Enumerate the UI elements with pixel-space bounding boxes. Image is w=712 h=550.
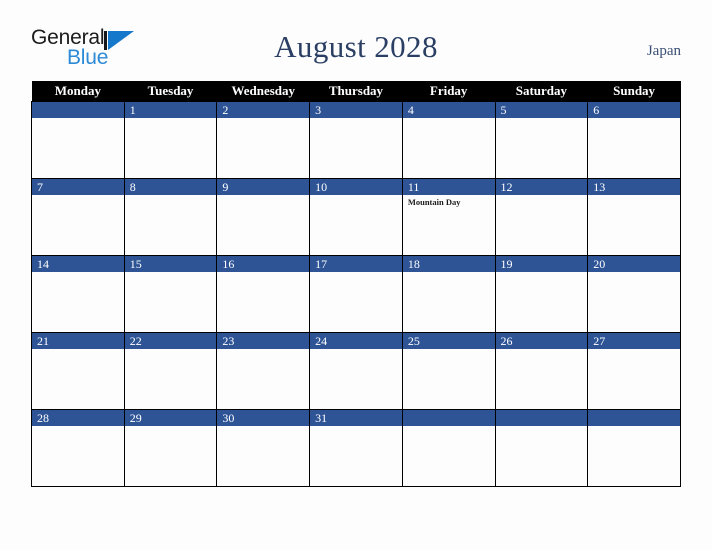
day-number: 4	[402, 102, 495, 118]
calendar-day-cell[interactable]: 29	[123, 409, 218, 487]
calendar-day-cell[interactable]: 15	[123, 255, 218, 333]
day-number	[495, 410, 588, 426]
calendar-day-cell[interactable]: 23	[216, 332, 311, 410]
calendar-day-cell[interactable]: 21	[31, 332, 125, 410]
day-number	[32, 102, 124, 118]
weekday-header-wednesday: Wednesday	[216, 81, 310, 102]
day-number: 8	[124, 179, 217, 195]
calendar-day-cell[interactable]: 22	[123, 332, 218, 410]
weekday-header-tuesday: Tuesday	[124, 81, 217, 102]
calendar-day-cell[interactable]: 8	[123, 178, 218, 256]
calendar-day-cell[interactable]: 27	[587, 332, 681, 410]
day-number: 13	[588, 179, 680, 195]
calendar-day-cell[interactable]: 12	[494, 178, 589, 256]
calendar-page: General Blue August 2028 Japan Monday Tu…	[0, 0, 712, 550]
calendar-day-cell[interactable]: 30	[216, 409, 311, 487]
day-number: 22	[124, 333, 217, 349]
day-number: 14	[32, 256, 124, 272]
day-number: 18	[402, 256, 495, 272]
holiday-label: Mountain Day	[407, 197, 461, 207]
calendar-day-cell[interactable]: 18	[401, 255, 496, 333]
day-number: 30	[217, 410, 310, 426]
calendar-header-row: Monday Tuesday Wednesday Thursday Friday…	[31, 81, 681, 102]
day-number: 29	[124, 410, 217, 426]
day-number: 23	[217, 333, 310, 349]
day-number: 1	[124, 102, 217, 118]
calendar-day-cell[interactable]: 26	[494, 332, 589, 410]
calendar-day-cell[interactable]: 7	[31, 178, 125, 256]
day-events: Mountain Day	[403, 195, 495, 208]
calendar-empty-cell	[587, 409, 681, 487]
calendar-day-cell[interactable]: 6	[587, 101, 681, 179]
calendar-day-cell[interactable]: 19	[494, 255, 589, 333]
day-number	[588, 410, 680, 426]
day-number: 19	[495, 256, 588, 272]
calendar-day-cell[interactable]: 13	[587, 178, 681, 256]
calendar-week-row: 7 8 9 10 11 Mountain Day 12 13	[31, 178, 681, 256]
day-number: 6	[588, 102, 680, 118]
day-number: 24	[310, 333, 402, 349]
calendar-day-cell[interactable]: 20	[587, 255, 681, 333]
weekday-header-thursday: Thursday	[309, 81, 403, 102]
calendar-day-cell[interactable]: 14	[31, 255, 125, 333]
day-number	[402, 410, 495, 426]
day-number: 11	[402, 179, 495, 195]
day-number: 3	[310, 102, 402, 118]
day-number: 12	[495, 179, 588, 195]
calendar-body: 1 2 3 4 5 6 7 8 9 10 11 Mountain Day 12 13 14 15 16 17 18 1…	[31, 101, 681, 487]
weekday-header-monday: Monday	[31, 81, 125, 102]
calendar-week-row: 21 22 23 24 25 26 27	[31, 332, 681, 410]
calendar-day-cell[interactable]: 11 Mountain Day	[401, 178, 496, 256]
calendar-grid: Monday Tuesday Wednesday Thursday Friday…	[31, 81, 681, 487]
calendar-day-cell[interactable]: 17	[309, 255, 403, 333]
day-number: 27	[588, 333, 680, 349]
page-header: General Blue August 2028 Japan	[31, 26, 681, 74]
day-number: 21	[32, 333, 124, 349]
calendar-day-cell[interactable]: 4	[401, 101, 496, 179]
calendar-empty-cell	[494, 409, 589, 487]
day-number: 16	[217, 256, 310, 272]
day-number: 2	[217, 102, 310, 118]
calendar-day-cell[interactable]: 1	[123, 101, 218, 179]
calendar-day-cell[interactable]: 31	[309, 409, 403, 487]
day-number: 25	[402, 333, 495, 349]
calendar-day-cell[interactable]: 2	[216, 101, 311, 179]
calendar-empty-cell	[401, 409, 496, 487]
day-number: 7	[32, 179, 124, 195]
day-number: 5	[495, 102, 588, 118]
day-number: 28	[32, 410, 124, 426]
calendar-week-row: 14 15 16 17 18 19 20	[31, 255, 681, 333]
day-number: 26	[495, 333, 588, 349]
country-label: Japan	[646, 43, 681, 59]
calendar-day-cell[interactable]: 9	[216, 178, 311, 256]
calendar-week-row: 123456	[31, 101, 681, 179]
calendar-day-cell[interactable]: 5	[494, 101, 589, 179]
calendar-day-cell[interactable]: 25	[401, 332, 496, 410]
calendar-day-cell[interactable]: 3	[309, 101, 403, 179]
day-number: 31	[310, 410, 402, 426]
day-number: 9	[217, 179, 310, 195]
day-number: 15	[124, 256, 217, 272]
day-number: 17	[310, 256, 402, 272]
calendar-day-cell[interactable]: 16	[216, 255, 311, 333]
calendar-empty-cell	[31, 101, 125, 179]
day-number: 20	[588, 256, 680, 272]
calendar-day-cell[interactable]: 10	[309, 178, 403, 256]
page-title: August 2028	[274, 29, 438, 64]
weekday-header-sunday: Sunday	[587, 81, 681, 102]
calendar-week-row: 28 29 30 31	[31, 409, 681, 487]
weekday-header-saturday: Saturday	[495, 81, 588, 102]
day-number: 10	[310, 179, 402, 195]
calendar-day-cell[interactable]: 24	[309, 332, 403, 410]
calendar-day-cell[interactable]: 28	[31, 409, 125, 487]
weekday-header-friday: Friday	[402, 81, 496, 102]
